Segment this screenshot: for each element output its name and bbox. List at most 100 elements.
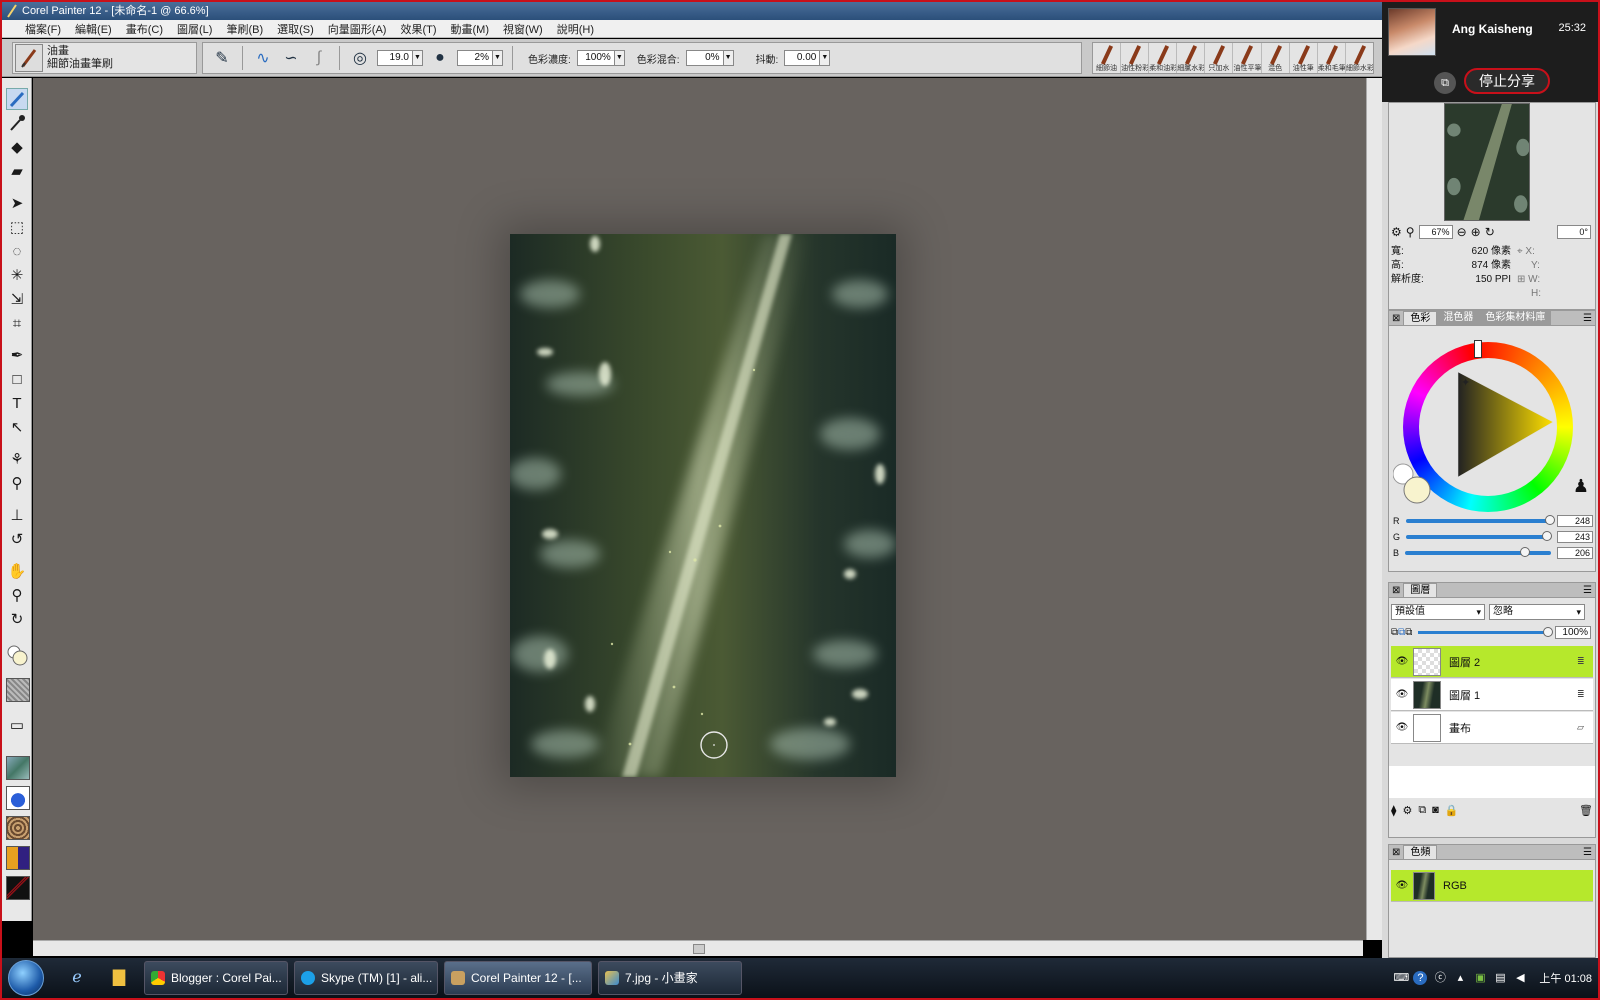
recent-brush[interactable]: 油性粉彩: [1121, 43, 1150, 73]
menu-shapes[interactable]: 向量圖形(A): [321, 21, 394, 37]
recent-brush[interactable]: 油性筆: [1290, 43, 1318, 73]
channel-row-rgb[interactable]: 👁 RGB: [1391, 870, 1593, 902]
lasso-icon[interactable]: ◌: [6, 240, 28, 262]
chevron-down-icon[interactable]: ▼: [820, 50, 831, 66]
recent-brush[interactable]: 細節油: [1093, 43, 1122, 73]
dropper-tool-icon[interactable]: [6, 112, 28, 134]
color-blend-field[interactable]: 0% ▼: [685, 50, 734, 66]
tab-color[interactable]: 色彩: [1403, 311, 1438, 325]
color-concentration-field[interactable]: 100% ▼: [576, 50, 625, 66]
chevron-down-icon[interactable]: ▼: [723, 50, 734, 66]
tray-expand-icon[interactable]: ▴: [1453, 971, 1467, 985]
painting-canvas[interactable]: [510, 234, 896, 777]
recent-brush[interactable]: 油性平筆: [1233, 43, 1262, 73]
panel-menu-icon[interactable]: ☰: [1583, 847, 1595, 858]
brush-tracking-icon[interactable]: ✎: [211, 47, 233, 69]
clock[interactable]: 上午 01:08: [1539, 970, 1592, 986]
opacity-field[interactable]: 2% ▼: [457, 50, 503, 66]
red-value[interactable]: 248: [1557, 515, 1593, 527]
freehand-stroke-icon[interactable]: ∿: [252, 47, 274, 69]
magnifier-icon[interactable]: ⚲: [1406, 225, 1415, 239]
jitter-field[interactable]: 0.00 ▼: [784, 50, 831, 66]
chevron-down-icon[interactable]: ▼: [413, 50, 423, 66]
volume-icon[interactable]: ◀: [1513, 971, 1527, 985]
eye-icon[interactable]: 👁: [1391, 880, 1413, 891]
horizontal-scrollbar[interactable]: [33, 940, 1363, 956]
eye-icon[interactable]: 👁: [1391, 656, 1413, 667]
stop-sharing-button[interactable]: 停止分享: [1464, 68, 1550, 94]
menu-window[interactable]: 視窗(W): [496, 21, 550, 37]
tab-color-sets[interactable]: 色彩集材料庫: [1479, 311, 1552, 325]
stroke-style-icon[interactable]: ∫: [308, 47, 330, 69]
zoom-field[interactable]: 67%: [1418, 225, 1453, 239]
color-stamp-icon[interactable]: ♟: [1573, 476, 1589, 497]
green-value[interactable]: 243: [1557, 531, 1593, 543]
layer-row-layer-1[interactable]: 👁 圖層 1 ≣: [1391, 679, 1593, 711]
recent-brush[interactable]: 柔和油彩: [1149, 43, 1178, 73]
shape-selection-icon[interactable]: ↖: [6, 416, 28, 438]
layer-commands-icon[interactable]: ⧫: [1391, 804, 1396, 817]
scroll-thumb[interactable]: [693, 944, 705, 954]
recent-brush[interactable]: 柔和毛筆: [1318, 43, 1346, 73]
taskbar-item-blogger[interactable]: Blogger : Corel Pai...: [144, 961, 288, 995]
network-icon[interactable]: ▤: [1493, 971, 1507, 985]
red-slider[interactable]: R 248: [1393, 514, 1593, 528]
look-selector[interactable]: [6, 846, 30, 870]
menu-layers[interactable]: 圖層(L): [170, 21, 219, 37]
layer-adjuster-icon[interactable]: ➤: [6, 192, 28, 214]
rect-select-icon[interactable]: ⬚: [6, 216, 28, 238]
burn-tool-icon[interactable]: ↺: [6, 528, 28, 550]
share-screen-icon[interactable]: ⧉: [1434, 72, 1456, 94]
layer-mask-icon[interactable]: ◙: [1432, 804, 1439, 816]
chevron-down-icon[interactable]: ▼: [614, 50, 625, 66]
menu-canvas[interactable]: 畫布(C): [119, 21, 170, 37]
selection-adjuster-icon[interactable]: ⇲: [6, 288, 28, 310]
taskbar-item-skype[interactable]: Skype (TM) [1] - ali...: [294, 961, 438, 995]
pick-up-underlying-icon[interactable]: ⧉: [1398, 627, 1405, 638]
tab-mixer[interactable]: 混色器: [1437, 311, 1480, 325]
panel-menu-icon[interactable]: ☰: [1583, 585, 1595, 596]
taskbar-item-painter[interactable]: Corel Painter 12 - [...: [444, 961, 592, 995]
menu-help[interactable]: 說明(H): [550, 21, 601, 37]
brush-tool-icon[interactable]: [6, 88, 28, 110]
eye-icon[interactable]: 👁: [1391, 689, 1413, 700]
straight-stroke-icon[interactable]: ∽: [280, 47, 302, 69]
composite-depth-select[interactable]: 忽略: [1489, 604, 1585, 620]
rectangle-shape-icon[interactable]: □: [6, 368, 28, 390]
canvas-workspace[interactable]: [33, 78, 1382, 940]
rotate-page-icon[interactable]: ↻: [6, 608, 28, 630]
tab-layers[interactable]: 圖層: [1403, 583, 1438, 597]
folder-icon[interactable]: ▇: [108, 967, 130, 989]
menu-movie[interactable]: 動畫(M): [444, 21, 497, 37]
keyboard-icon[interactable]: ⌨: [1393, 971, 1409, 985]
close-icon[interactable]: ⊠: [1389, 585, 1403, 596]
layer-row-layer-2[interactable]: 👁 圖層 2 ≣: [1391, 646, 1593, 678]
chevron-down-icon[interactable]: ▼: [493, 50, 503, 66]
rotate-icon[interactable]: ↻: [1485, 225, 1495, 239]
menu-file[interactable]: 檔案(F): [18, 21, 68, 37]
green-slider[interactable]: G 243: [1393, 530, 1593, 544]
help-icon[interactable]: ?: [1413, 971, 1428, 985]
tab-channels[interactable]: 色頻: [1403, 845, 1438, 859]
media-layout-icon[interactable]: ▭: [6, 714, 28, 736]
recent-brush[interactable]: 細節水彩: [1346, 43, 1373, 73]
paper-selector[interactable]: [6, 678, 30, 702]
gradient-selector[interactable]: [6, 786, 30, 810]
menu-effects[interactable]: 效果(T): [393, 21, 443, 37]
cloner-tool-icon[interactable]: ⚘: [6, 448, 28, 470]
brush-selector[interactable]: 油畫 細節油畫筆刷: [12, 42, 197, 74]
layer-opacity-value[interactable]: 100%: [1555, 625, 1591, 639]
crop-tool-icon[interactable]: ⌗: [6, 312, 28, 334]
magic-wand-icon[interactable]: ✳: [6, 264, 28, 286]
panel-menu-icon[interactable]: ☰: [1583, 313, 1595, 324]
layer-opacity-slider[interactable]: [1418, 626, 1553, 637]
gear-icon[interactable]: ⚙: [1391, 225, 1402, 239]
grabber-hand-icon[interactable]: ✋: [6, 560, 28, 582]
zoom-in-icon[interactable]: ⊕: [1471, 225, 1481, 239]
pattern-selector[interactable]: [6, 756, 30, 780]
pen-tool-icon[interactable]: ✒: [6, 344, 28, 366]
new-layer-icon[interactable]: ⧉: [1418, 804, 1426, 817]
eye-icon[interactable]: 👁: [1391, 722, 1413, 733]
zoom-out-icon[interactable]: ⊖: [1457, 225, 1467, 239]
ie-icon[interactable]: ℯ: [66, 967, 88, 989]
